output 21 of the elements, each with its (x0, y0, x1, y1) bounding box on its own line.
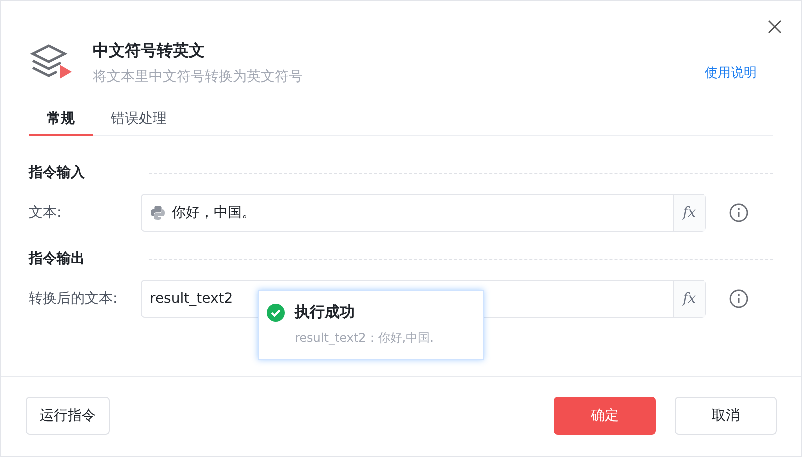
check-circle-icon (267, 304, 285, 322)
close-icon[interactable] (767, 19, 783, 35)
help-link[interactable]: 使用说明 (705, 64, 757, 82)
formula-button[interactable]: fx (673, 195, 705, 231)
field-label: 转换后的文本: (29, 290, 119, 308)
section-title: 指令输入 (29, 164, 85, 182)
run-button[interactable]: 运行指令 (26, 397, 110, 435)
dialog-subtitle: 将文本里中文符号转换为英文符号 (93, 68, 304, 86)
info-icon[interactable] (729, 203, 749, 223)
info-icon[interactable] (729, 289, 749, 309)
tab[interactable]: 常规 (29, 110, 93, 136)
section-title: 指令输出 (29, 250, 85, 268)
text-field[interactable]: 你好，中国。 fx (141, 194, 706, 232)
formula-button[interactable]: fx (673, 281, 705, 317)
cancel-button[interactable]: 取消 (675, 397, 777, 435)
python-icon (150, 205, 166, 221)
field-label: 文本: (29, 204, 63, 222)
dialog-title: 中文符号转英文 (93, 41, 206, 62)
toast-title: 执行成功 (295, 303, 355, 322)
tab[interactable]: 错误处理 (93, 110, 185, 136)
toast-message: result_text2：你好,中国. (294, 330, 435, 347)
